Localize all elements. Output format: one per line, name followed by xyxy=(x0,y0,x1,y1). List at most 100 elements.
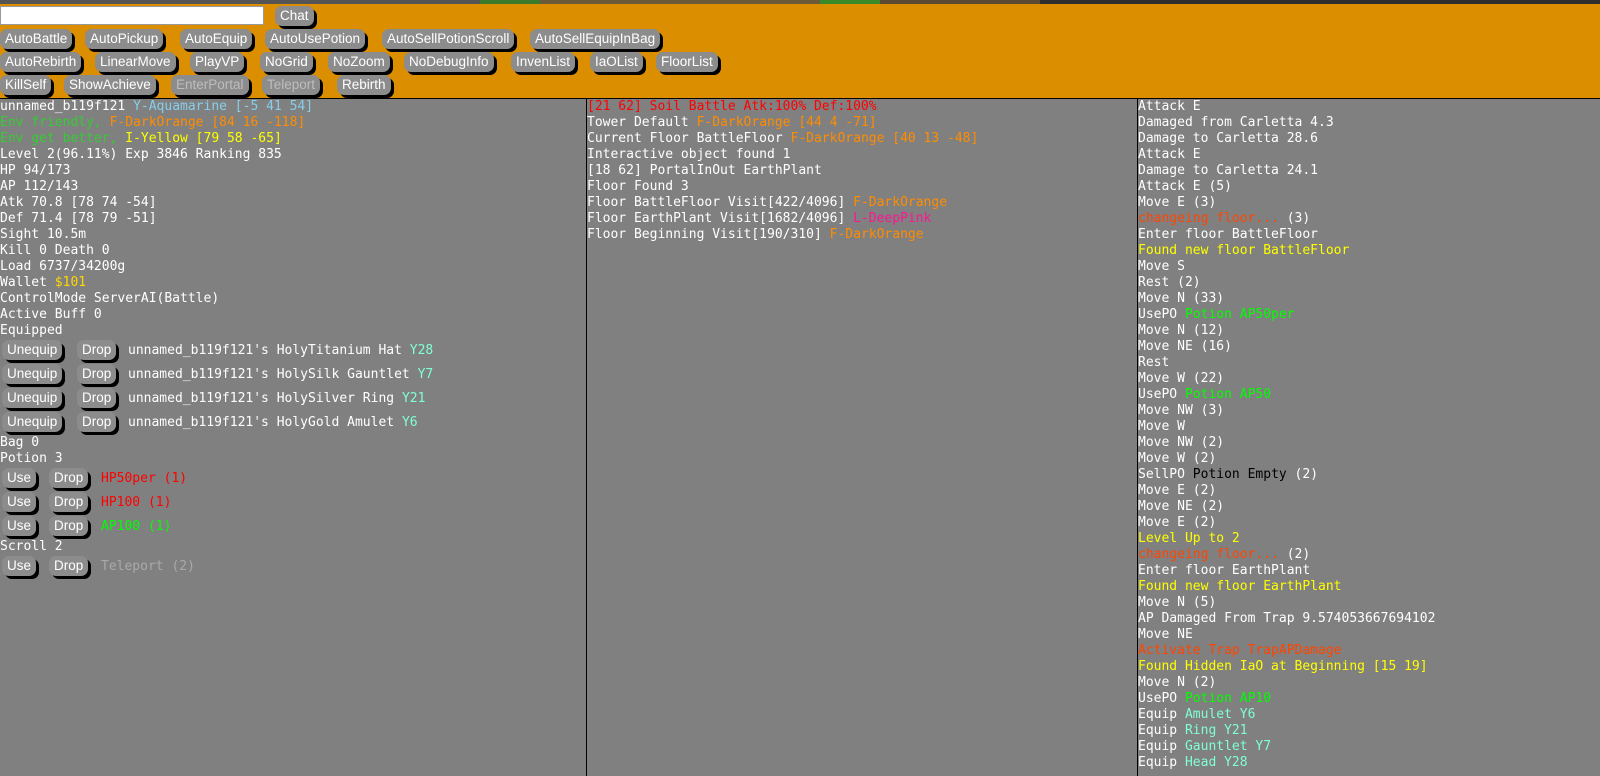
log-text: Attack E xyxy=(1138,99,1201,114)
equipped-item-name: unnamed_b119f121's HolySilver Ring xyxy=(128,391,395,406)
def-line: Def 71.4 [78 79 -51] xyxy=(0,211,157,226)
log-text: (2) xyxy=(1278,547,1311,562)
player-name-line: unnamed_b119f121 Y-Aquamarine [-5 41 54] xyxy=(0,99,586,115)
env-better-value: I-Yellow [79 58 -65] xyxy=(125,131,282,146)
log-text: Attack E xyxy=(1138,147,1201,162)
log-line: Attack E (5) xyxy=(1138,179,1600,195)
log-line: Rest xyxy=(1138,355,1600,371)
scroll-label: Scroll 2 xyxy=(0,539,63,554)
chat-button[interactable]: Chat xyxy=(275,6,314,26)
equipped-item-name: unnamed_b119f121's HolyGold Amulet xyxy=(128,415,395,430)
log-line: changeing floor... (3) xyxy=(1138,211,1600,227)
log-text: UsePO xyxy=(1138,691,1185,706)
log-line: Enter floor EarthPlant xyxy=(1138,563,1600,579)
active-buff-line: Active Buff 0 xyxy=(0,307,102,322)
toggle-nodebuginfo-button[interactable]: NoDebugInfo xyxy=(404,52,494,72)
unequip-button[interactable]: Unequip xyxy=(2,388,63,408)
use-button[interactable]: Use xyxy=(2,468,37,488)
log-text: Found new floor EarthPlant xyxy=(1138,579,1342,594)
toggle-nozoom-button[interactable]: NoZoom xyxy=(328,52,390,72)
toggle-autosellpotionscroll-button[interactable]: AutoSellPotionScroll xyxy=(382,29,515,49)
log-text: Equip xyxy=(1138,739,1185,754)
toggle-autoequip-button[interactable]: AutoEquip xyxy=(180,29,253,49)
toggle-iaolist-button[interactable]: IaOList xyxy=(590,52,643,72)
log-text: Head Y28 xyxy=(1184,755,1248,770)
log-text: Damage to Carletta 24.1 xyxy=(1138,163,1319,178)
log-line: Move W (2) xyxy=(1138,451,1600,467)
log-text: Level Up to 2 xyxy=(1138,531,1240,546)
current-floor-value: F-DarkOrange [40 13 -48] xyxy=(790,131,979,146)
log-line: UsePO Potion AP10 xyxy=(1138,691,1600,707)
unequip-button[interactable]: Unequip xyxy=(2,340,63,360)
equipped-item-tag: Y6 xyxy=(401,415,418,430)
drop-button[interactable]: Drop xyxy=(49,556,89,576)
equipped-item-tag: Y21 xyxy=(401,391,426,406)
env-friendly-line: Env friendly, F-DarkOrange [84 16 -118] xyxy=(0,115,586,131)
toggle-autobattle-button[interactable]: AutoBattle xyxy=(0,29,73,49)
tower-value: F-DarkOrange [44 4 -71] xyxy=(696,115,877,130)
toggle-floorlist-button[interactable]: FloorList xyxy=(656,52,718,72)
toggle-autopickup-button[interactable]: AutoPickup xyxy=(85,29,164,49)
log-text: Found Hidden IaO at Beginning [15 19] xyxy=(1138,659,1428,674)
toggle-invenlist-button[interactable]: InvenList xyxy=(511,52,576,72)
equipped-item-tag: Y28 xyxy=(409,343,434,358)
equipped-item-name: unnamed_b119f121's HolyTitanium Hat xyxy=(128,343,402,358)
log-line: Damage to Carletta 24.1 xyxy=(1138,163,1600,179)
use-button[interactable]: Use xyxy=(2,516,37,536)
log-line: Move W (22) xyxy=(1138,371,1600,387)
drop-button[interactable]: Drop xyxy=(49,516,89,536)
equipped-label: Equipped xyxy=(0,323,63,338)
killself-button[interactable]: KillSelf xyxy=(0,75,52,95)
use-button[interactable]: Use xyxy=(2,492,37,512)
drop-button[interactable]: Drop xyxy=(77,340,117,360)
message-log-panel: Attack E Damaged from Carletta 4.3 Damage … xyxy=(1138,99,1600,776)
portal-line: [18 62] PortalInOut EarthPlant xyxy=(587,163,822,178)
enterportal-button[interactable]: EnterPortal xyxy=(171,75,249,95)
log-text: changeing floor... xyxy=(1138,547,1279,562)
log-text: UsePO xyxy=(1138,387,1185,402)
teleport-button[interactable]: Teleport xyxy=(262,75,321,95)
toggle-playvp-button[interactable]: PlayVP xyxy=(190,52,245,72)
toggle-autosellequipinbag-button[interactable]: AutoSellEquipInBag xyxy=(530,29,661,49)
log-text: (3) xyxy=(1278,211,1311,226)
log-text: Move W (2) xyxy=(1138,451,1217,466)
floor-visit-line: Floor Beginning Visit[190/310] F-DarkOra… xyxy=(587,227,1137,243)
log-text: Potion AP50per xyxy=(1184,307,1295,322)
drop-button[interactable]: Drop xyxy=(49,492,89,512)
toggle-linearmove-button[interactable]: LinearMove xyxy=(95,52,176,72)
use-button[interactable]: Use xyxy=(2,556,37,576)
current-floor-label: Current Floor BattleFloor xyxy=(587,131,783,146)
log-text: Rest xyxy=(1138,355,1170,370)
chat-input[interactable] xyxy=(0,6,264,25)
env-friendly-value: F-DarkOrange [84 16 -118] xyxy=(109,115,306,130)
toggle-autousepotion-button[interactable]: AutoUsePotion xyxy=(265,29,366,49)
toggle-autorebirth-button[interactable]: AutoRebirth xyxy=(0,52,82,72)
drop-button[interactable]: Drop xyxy=(77,364,117,384)
floor-visit-line: Floor EarthPlant Visit[1682/4096] L-Deep… xyxy=(587,211,1137,227)
log-text: Move N (5) xyxy=(1138,595,1217,610)
command-toolbar: Chat AutoBattle AutoPickup AutoEquip Aut… xyxy=(0,4,1600,99)
showachieve-button[interactable]: ShowAchieve xyxy=(64,75,156,95)
unequip-button[interactable]: Unequip xyxy=(2,364,63,384)
drop-button[interactable]: Drop xyxy=(77,388,117,408)
log-text: Potion AP10 xyxy=(1184,691,1272,706)
log-text: Enter floor EarthPlant xyxy=(1138,563,1311,578)
equipped-item-row: Unequip Drop unnamed_b119f121's HolySilv… xyxy=(0,387,586,411)
log-text: Move NE (2) xyxy=(1138,499,1225,514)
hp-line: HP 94/173 xyxy=(0,163,71,178)
potion-name: HP100 (1) xyxy=(101,495,172,510)
unequip-button[interactable]: Unequip xyxy=(2,412,63,432)
log-text: Move NW (2) xyxy=(1138,435,1225,450)
log-text: Move S xyxy=(1138,259,1185,274)
drop-button[interactable]: Drop xyxy=(49,468,89,488)
wallet-value: $101 xyxy=(54,275,87,290)
potion-row: Use Drop HP100 (1) xyxy=(0,491,586,515)
toggle-nogrid-button[interactable]: NoGrid xyxy=(260,52,313,72)
env-friendly-label: Env friendly, xyxy=(0,115,102,130)
log-text: Found new floor BattleFloor xyxy=(1138,243,1350,258)
rebirth-button[interactable]: Rebirth xyxy=(337,75,391,95)
ap-line: AP 112/143 xyxy=(0,179,79,194)
log-text: Move W xyxy=(1138,419,1185,434)
drop-button[interactable]: Drop xyxy=(77,412,117,432)
atk-line: Atk 70.8 [78 74 -54] xyxy=(0,195,157,210)
